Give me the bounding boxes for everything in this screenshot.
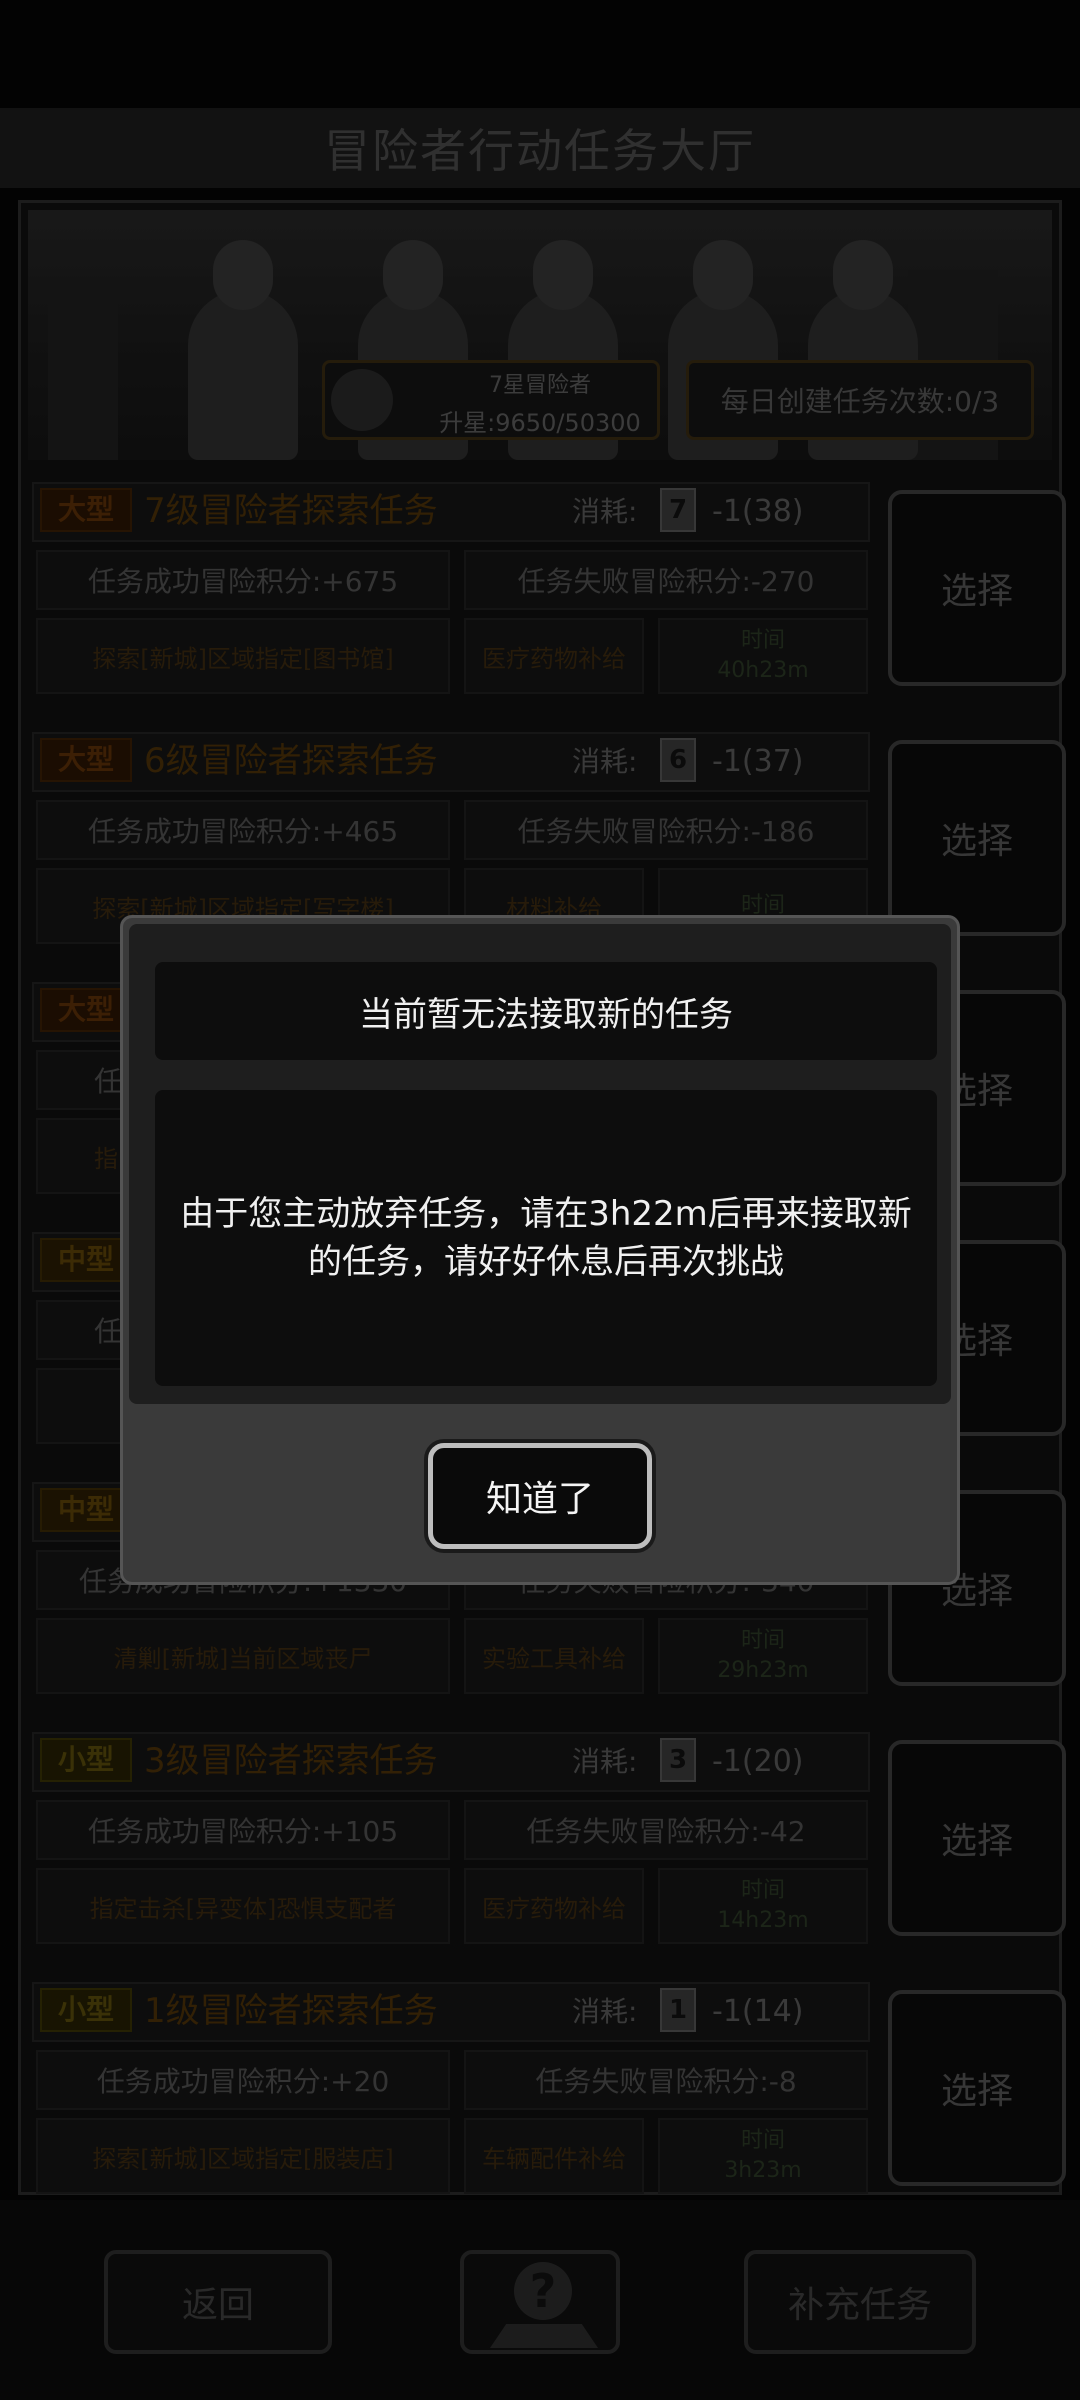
notice-dialog: 当前暂无法接取新的任务 由于您主动放弃任务，请在3h22m后再来接取新的任务，请… [120,915,960,1585]
dialog-title: 当前暂无法接取新的任务 [155,962,937,1060]
dialog-body: 当前暂无法接取新的任务 由于您主动放弃任务，请在3h22m后再来接取新的任务，请… [129,924,951,1404]
acknowledge-button[interactable]: 知道了 [428,1443,652,1549]
task-hall-screen: 冒险者行动任务大厅 7星冒险者 升星:9650/50300 每日创建任务次数:0… [0,0,1080,2400]
dialog-message: 由于您主动放弃任务，请在3h22m后再来接取新的任务，请好好休息后再次挑战 [155,1090,937,1386]
